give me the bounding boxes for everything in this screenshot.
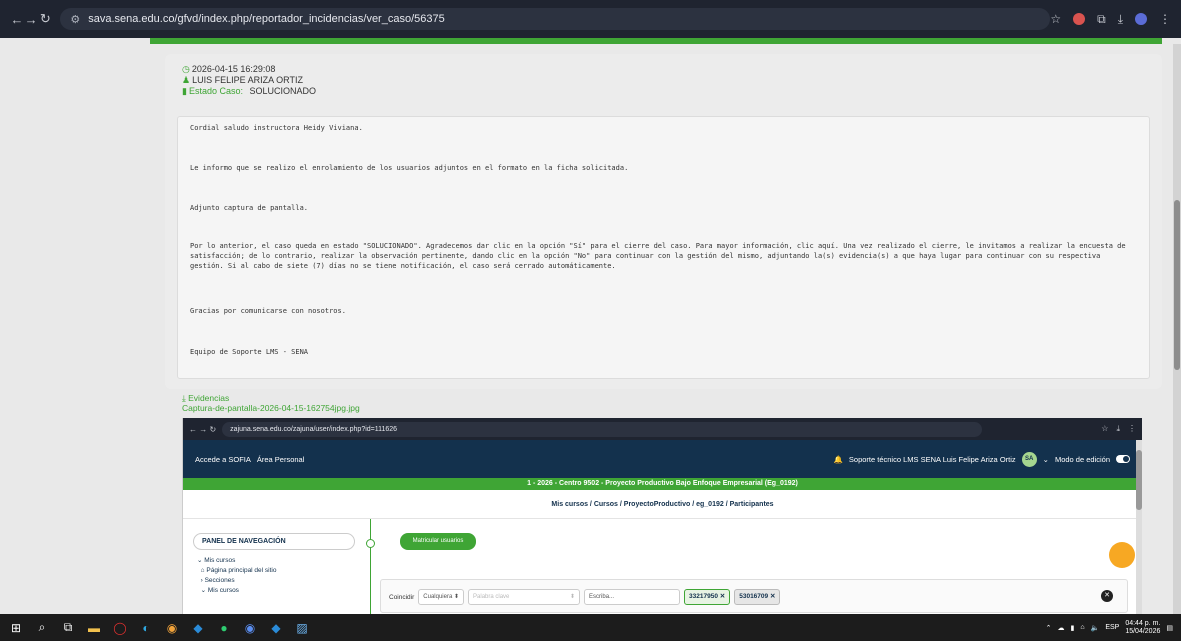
windows-start-icon[interactable]: ⊞	[8, 620, 24, 636]
address-bar[interactable]: ⚙ sava.sena.edu.co/gfvd/index.php/report…	[60, 8, 1051, 30]
app-icon[interactable]: ◆	[190, 620, 206, 636]
user-icon: ♟	[182, 75, 191, 85]
filter-chip: 53016709 ✕	[734, 589, 781, 605]
evidence-icon: ⤓	[182, 393, 186, 403]
search-icon[interactable]: ⌕	[34, 620, 50, 636]
chevron-up-icon[interactable]: ⌃	[1046, 624, 1052, 632]
nav-area-personal: Área Personal	[256, 454, 305, 464]
panel-item: ⌂ Página principal del sitio	[200, 567, 277, 574]
message-paragraph: Por lo anterior, el caso queda en estado…	[190, 242, 1126, 270]
taskbar: ⊞ ⌕ ⧉ ▬ ◯ ◐ ◉ ◆ ● ◉ ◆ ▨ ⌃ ☁ ▮ ⌂ 🔈 ESP 04…	[0, 614, 1181, 641]
home-icon: ⌂	[200, 567, 205, 574]
app-icon[interactable]: ◆	[268, 620, 284, 636]
message-paragraph: Gracias por comunicarse con nosotros.	[190, 307, 346, 315]
browser-toolbar: ← → ↻ ⚙ sava.sena.edu.co/gfvd/index.php/…	[0, 0, 1181, 38]
screenshot-browser-toolbar: ← → ↻ zajuna.sena.edu.co/zajuna/user/ind…	[183, 418, 1142, 440]
opera-icon[interactable]: ◯	[112, 620, 128, 636]
case-card: ◷ 2026-04-15 16:29:08 ♟ LUIS FELIPE ARIZA …	[165, 54, 1162, 389]
message-greeting: Cordial saludo instructora Heidy Viviana…	[190, 124, 363, 132]
forward-icon[interactable]: →	[24, 12, 38, 27]
screenshot-top-nav: Accede a SOFIA Área Personal 🔔 Soporte t…	[183, 440, 1142, 478]
profile-avatar[interactable]	[1135, 13, 1147, 25]
panel-item: › Secciones	[197, 577, 235, 584]
screenshot-body: PANEL DE NAVEGACIÓN ⌄ Mis cursos ⌂ Págin…	[183, 519, 1142, 614]
evidence-label[interactable]: Evidencias	[188, 393, 229, 403]
enroll-users-button: Matricular usuarios	[400, 533, 476, 550]
network-icon[interactable]: ⌂	[1080, 624, 1084, 631]
header-accent-bar	[150, 38, 1162, 44]
filter-chip: 33217950 ✕	[684, 589, 731, 605]
notifications-icon[interactable]: ▤	[1166, 624, 1173, 632]
panel-item: ⌄ Mis cursos	[197, 557, 236, 564]
chevron-down-icon: ⌄	[1042, 454, 1049, 464]
url-text: sava.sena.edu.co/gfvd/index.php/reportad…	[88, 13, 445, 25]
timeline-dot	[366, 539, 375, 548]
download-icon: ⤓	[1116, 424, 1120, 433]
photos-icon[interactable]: ▨	[294, 620, 310, 636]
battery-icon[interactable]: ▮	[1071, 624, 1075, 632]
case-message: Cordial saludo instructora Heidy Viviana…	[177, 116, 1150, 379]
menu-kebab-icon[interactable]: ⋮	[1159, 12, 1171, 26]
clock[interactable]: 04:44 p. m. 15/04/2026	[1125, 620, 1160, 636]
bell-icon: 🔔	[833, 454, 843, 464]
panel-item: ⌄ Mis cursos	[197, 587, 239, 594]
keyword-select: Palabra clave ⬍	[468, 589, 581, 605]
case-status-value: SOLUCIONADO	[249, 86, 317, 96]
case-date: 2026-04-15 16:29:08	[191, 64, 276, 74]
evidence-section: ⤓ Evidencias Captura-de-pantalla-2026-04…	[182, 393, 360, 413]
evidence-file-link[interactable]: Captura-de-pantalla-2026-04-15-162754jpg…	[182, 403, 360, 413]
chrome-profile-icon[interactable]: ◉	[242, 620, 258, 636]
language-indicator[interactable]: ESP	[1105, 624, 1119, 631]
cloud-icon[interactable]: ☁	[1058, 624, 1065, 632]
reload-icon[interactable]: ↻	[38, 11, 52, 27]
message-paragraph: Le informo que se realizo el enrolamient…	[190, 164, 629, 172]
edit-mode-toggle	[1116, 455, 1130, 463]
course-title: 1 - 2026 - Centro 9502 - Proyecto Produc…	[183, 478, 1142, 490]
type-input: Escriba...	[584, 589, 681, 605]
breadcrumb: Mis cursos / Cursos / ProyectoProductivo…	[183, 490, 1142, 519]
extension-icon[interactable]	[1073, 13, 1086, 25]
file-explorer-icon[interactable]: ▬	[86, 620, 102, 636]
participants-filter: Coincidir Cualquiera ⬍ Palabra clave ⬍ E…	[380, 579, 1128, 613]
forward-icon: →	[199, 424, 208, 434]
volume-icon[interactable]: 🔈	[1091, 624, 1100, 632]
reload-icon: ↻	[209, 424, 217, 434]
user-name: Soporte técnico LMS SENA Luis Felipe Ari…	[848, 454, 1016, 464]
case-user: LUIS FELIPE ARIZA ORTIZ	[192, 75, 303, 85]
extensions-puzzle-icon[interactable]: ⧉	[1097, 12, 1106, 27]
bookmark-icon: ▮	[182, 86, 187, 96]
case-meta: ◷ 2026-04-15 16:29:08 ♟ LUIS FELIPE ARIZA …	[182, 64, 316, 97]
case-status-label: Estado Caso:	[188, 86, 243, 96]
evidence-screenshot: ← → ↻ zajuna.sena.edu.co/zajuna/user/ind…	[182, 418, 1142, 614]
nav-sofia: Accede a SOFIA	[195, 454, 251, 464]
panel-title: PANEL DE NAVEGACIÓN	[193, 533, 355, 550]
screenshot-scrollbar	[1136, 440, 1142, 614]
screenshot-address-bar: zajuna.sena.edu.co/zajuna/user/index.php…	[222, 421, 983, 437]
screenshot-url: zajuna.sena.edu.co/zajuna/user/index.php…	[230, 425, 398, 433]
match-select: Cualquiera ⬍	[418, 589, 465, 605]
avatar: SA	[1021, 451, 1037, 467]
clock-icon: ◷	[182, 64, 190, 74]
chrome-icon[interactable]: ◉	[164, 620, 180, 636]
navigation-panel: PANEL DE NAVEGACIÓN ⌄ Mis cursos ⌂ Págin…	[193, 533, 355, 596]
back-icon[interactable]: ←	[10, 12, 24, 27]
edit-mode-label: Modo de edición	[1054, 454, 1110, 464]
spotify-icon[interactable]: ●	[216, 620, 232, 636]
system-tray: ⌃ ☁ ▮ ⌂ 🔈 ESP 04:44 p. m. 15/04/2026 ▤	[1046, 620, 1173, 636]
clear-filter-icon: ✕	[1101, 590, 1113, 602]
task-view-icon[interactable]: ⧉	[60, 620, 76, 636]
message-paragraph: Adjunto captura de pantalla.	[190, 204, 309, 212]
page-scrollbar-thumb[interactable]	[1174, 200, 1180, 370]
match-label: Coincidir	[389, 593, 415, 601]
message-signature: Equipo de Soporte LMS - SENA	[190, 348, 309, 356]
menu-kebab-icon: ⋮	[1128, 424, 1136, 433]
timeline-line	[370, 519, 371, 614]
edge-icon[interactable]: ◐	[138, 620, 154, 636]
bookmark-star-icon[interactable]: ☆	[1050, 12, 1061, 26]
bookmark-star-icon: ☆	[1101, 424, 1109, 433]
site-settings-icon[interactable]: ⚙	[70, 13, 80, 26]
help-fab-icon	[1109, 542, 1135, 568]
download-icon[interactable]: ⤓	[1118, 12, 1123, 27]
back-icon: ←	[189, 424, 197, 434]
